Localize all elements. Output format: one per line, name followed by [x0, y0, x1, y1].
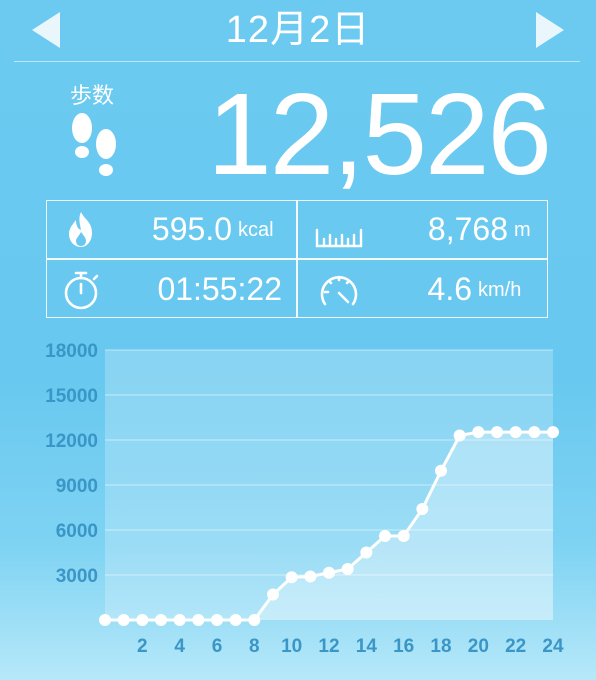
data-point: [341, 563, 354, 575]
ruler-icon: [314, 210, 364, 254]
data-point: [304, 570, 317, 583]
data-point: [435, 464, 447, 477]
data-point: [173, 614, 186, 626]
data-point: [248, 614, 261, 626]
stats-divider-horizontal: [46, 258, 548, 260]
data-point: [136, 614, 149, 626]
steps-chart: 3000 6000 9000 12000 15000 18000 2 4 6 8 10 12 14 16 1…: [0, 330, 596, 680]
data-point: [117, 614, 130, 626]
x-tick-label: 8: [249, 636, 260, 657]
y-tick-label: 3000: [56, 566, 98, 587]
steps-label: 歩数: [70, 84, 115, 109]
triangle-right-icon: [536, 12, 564, 48]
duration-value: 01:55:22: [157, 271, 282, 307]
data-point: [547, 426, 559, 439]
flame-icon: [58, 208, 104, 252]
x-tick-label: 20: [468, 636, 489, 657]
data-point: [397, 530, 410, 542]
y-tick-label: 6000: [56, 521, 98, 542]
data-point: [229, 614, 242, 626]
y-tick-label: 9000: [56, 476, 98, 497]
speed-value: 4.6: [427, 271, 472, 307]
y-tick-label: 18000: [45, 341, 98, 362]
header-divider: [14, 61, 580, 62]
x-tick-label: 14: [356, 636, 378, 657]
date-title: 12月2日: [225, 9, 371, 51]
calories-value: 595.0: [151, 211, 232, 247]
x-tick-label: 6: [212, 636, 223, 657]
x-tick-label: 22: [505, 636, 526, 657]
data-point: [155, 614, 167, 626]
data-point: [509, 426, 522, 439]
x-tick-label: 4: [174, 636, 185, 657]
x-tick-label: 12: [318, 636, 339, 657]
data-point: [360, 546, 373, 559]
next-day-button[interactable]: [530, 8, 570, 52]
data-point: [99, 614, 111, 626]
data-point: [416, 503, 429, 515]
x-tick-label: 2: [137, 636, 148, 657]
x-tick-label: 18: [430, 636, 451, 657]
steps-count: 12,526: [207, 69, 552, 199]
y-tick-label: 12000: [45, 431, 98, 452]
steps-line-chart: 3000600090001200015000180002 4 6 8 10 12 14 16 1…: [45, 341, 564, 657]
distance-unit: m: [514, 219, 531, 241]
stopwatch-icon: [58, 268, 104, 312]
data-point: [491, 426, 503, 439]
speedometer-icon: [316, 268, 362, 312]
x-tick-label: 24: [542, 636, 564, 657]
distance-value: 8,768: [427, 211, 508, 247]
data-point: [528, 426, 541, 439]
data-point: [267, 588, 279, 601]
y-tick-label: 15000: [45, 386, 98, 407]
data-point: [192, 614, 205, 626]
data-point: [453, 429, 466, 442]
x-tick-label: 16: [393, 636, 414, 657]
calories-unit: kcal: [238, 219, 274, 241]
data-point: [472, 426, 485, 439]
data-point: [211, 614, 223, 626]
data-point: [323, 566, 335, 579]
x-tick-label: 10: [281, 636, 302, 657]
footprints-icon: [64, 112, 126, 184]
data-point: [285, 571, 298, 584]
speed-unit: km/h: [478, 279, 522, 301]
data-point: [379, 530, 391, 542]
